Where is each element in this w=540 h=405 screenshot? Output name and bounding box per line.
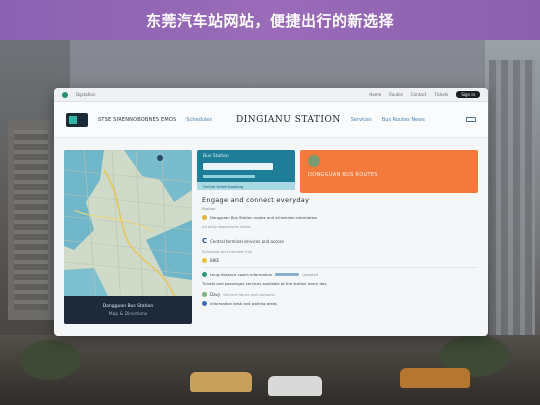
info-card[interactable]: Bus Station Online ticket booking: [197, 150, 295, 190]
content-row: Dongguan Bus Station routes and schedule…: [202, 215, 478, 220]
background-tree: [20, 340, 80, 380]
badge-icon: [202, 258, 207, 263]
bullet-icon: [202, 301, 207, 306]
station-logo-icon[interactable]: [66, 112, 88, 127]
divider: [202, 267, 478, 268]
content-column: Engage and connect everyday Station Dong…: [202, 196, 478, 306]
content-row-text: Long distance coach information: [210, 272, 273, 277]
section-c-icon: C: [202, 237, 208, 245]
routes-banner-text: DONGGUAN BUS ROUTES: [308, 172, 378, 178]
map-footer: Dongguan Bus Station Map & Directions: [64, 296, 192, 324]
badge-label[interactable]: BIKE: [210, 258, 219, 263]
info-card-line: [203, 175, 255, 178]
info-card-input[interactable]: [203, 163, 273, 170]
site-logo-icon[interactable]: [62, 91, 68, 98]
station-title: DINGIANU STATION: [236, 114, 341, 125]
content-row: Schedule and transfer info: [202, 249, 478, 254]
background-facade: [489, 60, 535, 340]
content-row: All daily departures listed: [202, 224, 478, 229]
banner-title: 东莞汽车站网站，便捷出行的新选择: [145, 11, 394, 30]
content-section: Davy Service hours and contacts: [202, 292, 478, 297]
background-car: [190, 372, 252, 392]
content-section: C Central terminal services and access: [202, 237, 478, 245]
nav-link-schedules[interactable]: Schedules: [186, 117, 212, 123]
content-row-tail: Updated: [302, 272, 319, 277]
topbar-brand[interactable]: Dgstation: [76, 92, 95, 97]
section-sub: Schedule and transfer info: [202, 249, 253, 254]
topbar-link-tickets[interactable]: Tickets: [434, 92, 448, 97]
bus-icon[interactable]: [466, 116, 476, 124]
title-banner: 东莞汽车站网站，便捷出行的新选择: [0, 0, 540, 40]
site-navbar: STSE SIRENNOBOBNES EMOS Schedules DINGIA…: [54, 102, 488, 138]
station-map[interactable]: Dongguan Bus Station Map & Directions: [64, 150, 192, 324]
section-d-icon: [202, 292, 207, 297]
content-row-text: Information desk and waiting areas: [210, 301, 278, 306]
sign-in-button[interactable]: Sign in: [456, 91, 480, 98]
info-card-label: Bus Station: [203, 154, 229, 159]
browser-topbar: Dgstation Home Routes Contact Tickets Si…: [54, 88, 488, 102]
nav-tagline: STSE SIRENNOBOBNES EMOS: [98, 116, 177, 123]
info-card-footer[interactable]: Online ticket booking: [197, 182, 295, 190]
content-heading: Engage and connect everyday: [202, 196, 310, 204]
nav-link-routes-news[interactable]: Bus Routes News: [382, 117, 425, 123]
content-row: Tickets and passenger services available…: [202, 281, 478, 286]
progress-pill: [275, 273, 300, 276]
content-row: BIKE: [202, 258, 478, 263]
topbar-link-routes[interactable]: Routes: [389, 92, 403, 97]
map-footer-title: Dongguan Bus Station: [102, 303, 154, 309]
content-row: Information desk and waiting areas: [202, 301, 478, 306]
section-heading: Davy: [210, 292, 221, 297]
map-footer-sub[interactable]: Map & Directions: [109, 312, 148, 317]
content-row-text: Dongguan Bus Station routes and schedule…: [210, 215, 318, 220]
background-car: [400, 368, 470, 388]
content-row-text: Tickets and passenger services available…: [202, 281, 327, 286]
bullet-icon: [202, 215, 207, 220]
nav-link-services[interactable]: Services: [351, 117, 372, 123]
background-tower: [8, 120, 54, 320]
topbar-link-contact[interactable]: Contact: [411, 92, 427, 97]
content-sub: Station: [202, 206, 216, 211]
routes-banner-card[interactable]: DONGGUAN BUS ROUTES: [300, 150, 478, 193]
content-row-tail: All daily departures listed: [202, 224, 251, 229]
content-row: Long distance coach information Updated: [202, 272, 478, 277]
bullet-icon: [202, 272, 207, 277]
topbar-link-home[interactable]: Home: [369, 92, 381, 97]
bus-station-icon: [308, 155, 320, 167]
section-sub: Service hours and contacts: [223, 292, 275, 297]
section-heading: Central terminal services and access: [210, 238, 284, 244]
background-car: [268, 376, 322, 396]
